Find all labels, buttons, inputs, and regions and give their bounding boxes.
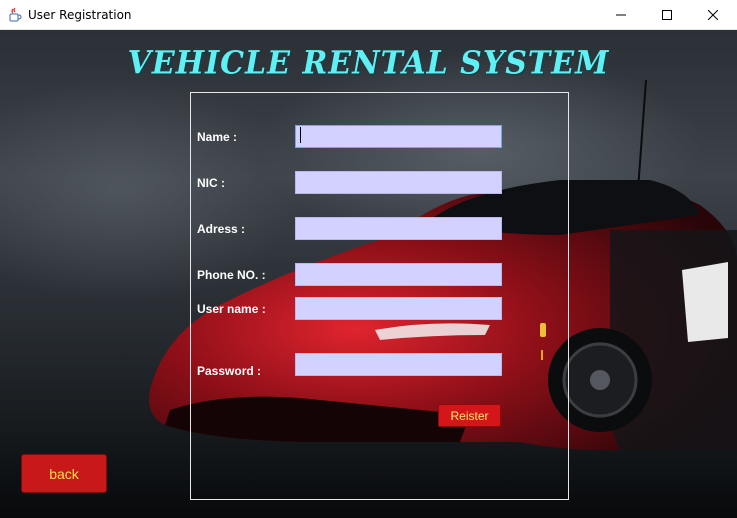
back-button[interactable]: back (21, 454, 107, 493)
form-border (190, 92, 569, 500)
password-field[interactable] (295, 353, 502, 376)
address-field[interactable] (295, 217, 502, 240)
close-button[interactable] (690, 0, 736, 30)
window-titlebar: User Registration (0, 0, 737, 30)
address-label: Adress : (197, 222, 246, 236)
name-field[interactable] (295, 125, 502, 148)
minimize-button[interactable] (598, 0, 644, 30)
password-label: Password : (197, 364, 262, 378)
java-cup-icon (7, 7, 23, 23)
window-title: User Registration (28, 8, 132, 22)
page-title: VEHICLE RENTAL SYSTEM (127, 45, 610, 82)
username-field[interactable] (295, 297, 502, 320)
minimize-icon (616, 14, 626, 16)
maximize-icon (662, 10, 672, 20)
phone-field[interactable] (295, 263, 502, 286)
username-label: User name : (197, 302, 266, 316)
name-label: Name : (197, 130, 238, 144)
nic-field[interactable] (295, 171, 502, 194)
register-button[interactable]: Reister (438, 404, 501, 427)
close-icon (708, 10, 718, 20)
phone-label: Phone NO. : (197, 268, 266, 282)
nic-label: NIC : (197, 176, 225, 190)
text-caret (300, 127, 301, 143)
maximize-button[interactable] (644, 0, 690, 30)
